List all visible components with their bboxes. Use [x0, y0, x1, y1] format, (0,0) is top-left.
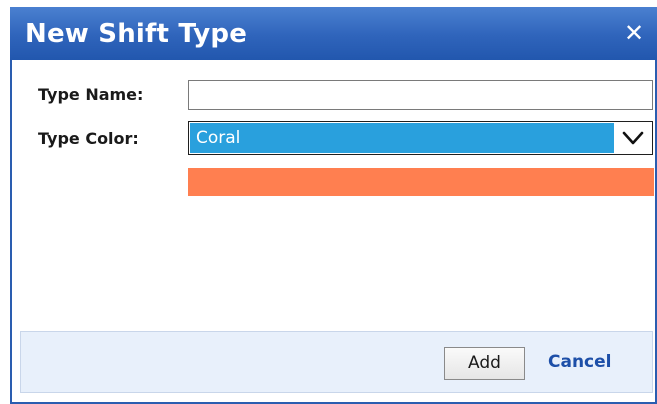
- chevron-down-icon[interactable]: [616, 123, 650, 153]
- new-shift-type-dialog: New Shift Type ✕ Type Name: Type Color: …: [10, 7, 657, 404]
- dialog-title: New Shift Type: [25, 19, 248, 49]
- type-color-selected-value: Coral: [190, 123, 614, 153]
- dialog-titlebar[interactable]: New Shift Type ✕: [10, 7, 657, 60]
- cancel-link[interactable]: Cancel: [548, 352, 611, 372]
- type-color-label: Type Color:: [38, 129, 139, 148]
- type-name-input[interactable]: [188, 80, 653, 110]
- close-icon[interactable]: ✕: [621, 19, 647, 47]
- type-color-select[interactable]: Coral: [188, 121, 653, 155]
- color-preview-swatch: [188, 168, 654, 196]
- dialog-footer: Add Cancel: [20, 331, 653, 393]
- add-button[interactable]: Add: [444, 347, 525, 380]
- type-name-label: Type Name:: [38, 85, 144, 104]
